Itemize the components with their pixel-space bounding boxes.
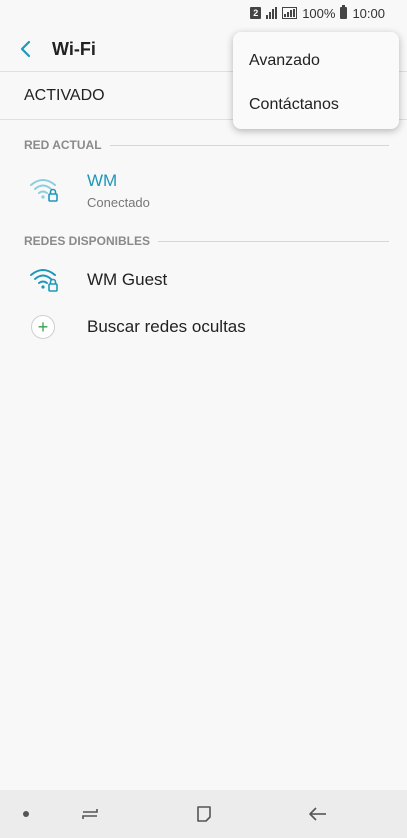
search-hidden-networks-button[interactable]: + Buscar redes ocultas [0,306,407,348]
menu-item-avanzado[interactable]: Avanzado [233,39,399,83]
back-button[interactable] [0,26,52,72]
wifi-icon-container [0,170,87,210]
nav-dot-button[interactable] [12,790,40,838]
section-header-current: RED ACTUAL [24,135,389,155]
section-divider [109,144,389,146]
recents-button[interactable] [72,790,108,838]
recents-icon [82,809,98,819]
search-hidden-label: Buscar redes ocultas [87,317,246,336]
clock: 10:00 [352,5,385,21]
master-switch-label: ACTIVADO [24,86,105,104]
section-divider [158,240,389,242]
network-name: WM Guest [87,270,168,289]
signal-icon [266,7,278,19]
battery-icon [340,5,348,19]
network-item-current[interactable]: WM Conectado [0,166,407,214]
overflow-menu: Avanzado Contáctanos [233,32,399,129]
menu-item-contactanos[interactable]: Contáctanos [233,83,399,127]
network-status: Conectado [87,194,150,210]
home-button[interactable] [186,790,222,838]
sim-badge: 2 [250,7,262,19]
plus-icon-container: + [0,307,87,347]
home-icon [197,806,211,822]
battery-percent: 100% [302,5,336,21]
wifi-locked-icon [30,269,58,292]
network-item-wm-guest[interactable]: WM Guest [0,259,407,301]
plus-icon: + [31,315,55,339]
back-icon [309,807,326,821]
dot-icon [23,811,29,817]
wifi-icon-container [0,260,87,300]
status-bar: 2 100% 10:00 [0,0,407,26]
section-label: RED ACTUAL [24,138,102,152]
network-name: WM [87,170,118,190]
page-title: Wi-Fi [52,38,96,59]
signal-icon-secondary [282,7,298,19]
section-label: REDES DISPONIBLES [24,234,151,248]
section-header-available: REDES DISPONIBLES [24,231,389,251]
back-arrow-icon [20,40,31,58]
nav-back-button[interactable] [300,790,336,838]
wifi-locked-icon [30,179,58,202]
navigation-bar [0,790,407,838]
